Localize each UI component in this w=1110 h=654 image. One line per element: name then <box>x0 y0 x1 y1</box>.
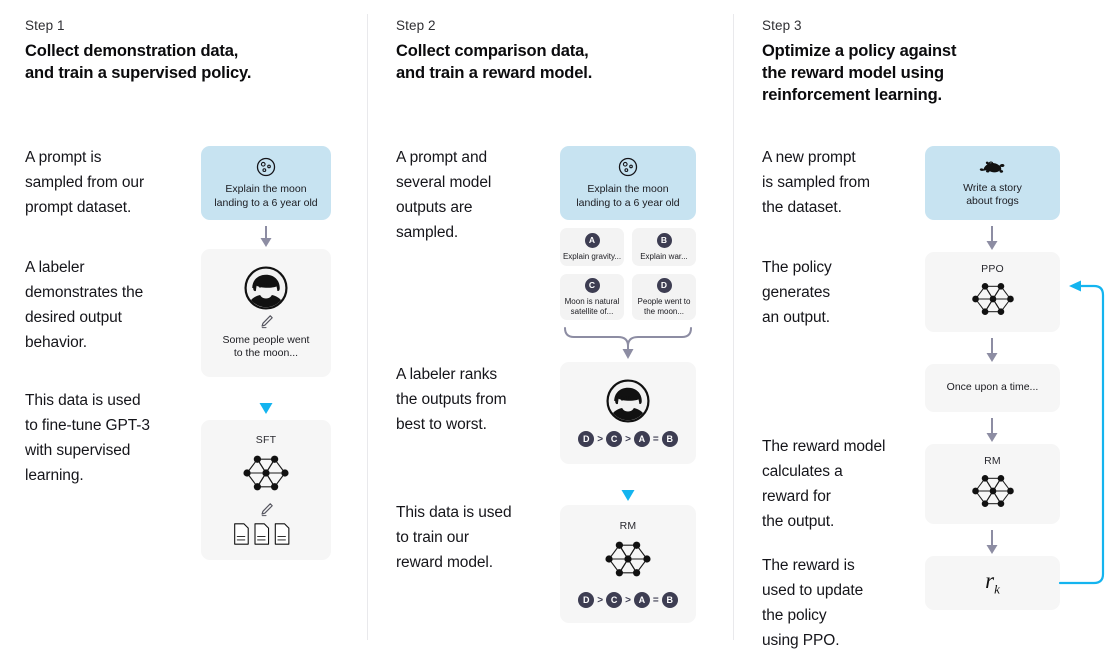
option-badge-d: D <box>656 277 672 293</box>
step-2-rank-box[interactable]: D > C > A = B <box>560 362 696 464</box>
rank-op-1: > <box>597 433 604 445</box>
step-1-note-1: A prompt is sampled from our prompt data… <box>25 149 145 216</box>
step-3-prompt-text: Write a story about frogs <box>963 181 1022 208</box>
neural-network-icon <box>964 468 1022 514</box>
rm-rank-badge-3: A <box>633 592 650 608</box>
option-text-a: Explain gravity... <box>562 251 622 261</box>
step-1-title: Collect demonstration data, and train a … <box>25 42 252 82</box>
step-3-reward-box[interactable]: rk <box>925 556 1060 610</box>
column-step-3: Step 3 Optimize a policy against the rew… <box>734 0 1110 654</box>
rank-badge-1: D <box>578 431 595 447</box>
option-badge-b: B <box>656 232 672 248</box>
step-1-note-3: This data is used to fine-tune GPT-3 wit… <box>25 392 150 484</box>
reward-symbol: rk <box>985 568 1000 598</box>
rm-rank-op-2: > <box>625 594 631 606</box>
step-2-rm-ranking-row: D > C > A = B <box>578 592 678 608</box>
step-2-option-d[interactable]: D People went to the moon... <box>632 274 696 320</box>
moon-icon <box>617 156 639 178</box>
step-3-label: Step 3 <box>762 18 802 33</box>
person-avatar-icon <box>244 265 288 310</box>
step-3-rm-box[interactable]: RM <box>925 444 1060 524</box>
step-1-sft-box[interactable]: SFT <box>201 420 331 560</box>
option-badge-c: C <box>584 277 600 293</box>
step-2-option-a[interactable]: A Explain gravity... <box>560 228 624 266</box>
step-3-output-box[interactable]: Once upon a time... <box>925 364 1060 412</box>
neural-network-icon <box>964 276 1022 322</box>
rank-op-3: = <box>652 433 659 445</box>
rank-badge-2: C <box>606 431 623 447</box>
step-1-demo-box[interactable]: Some people went to the moon... <box>201 249 331 377</box>
rm-rank-badge-2: C <box>606 592 623 608</box>
rm-rank-op-1: > <box>597 594 604 606</box>
step-3-prompt-box[interactable]: Write a story about frogs <box>925 146 1060 220</box>
reward-symbol-base: r <box>985 568 995 594</box>
step-2-note-2: A labeler ranks the outputs from best to… <box>396 366 507 433</box>
documents-icon <box>233 522 299 546</box>
rank-badge-3: A <box>633 431 650 447</box>
step-2-option-b[interactable]: B Explain war... <box>632 228 696 266</box>
reward-symbol-sub: k <box>994 581 1000 597</box>
moon-icon <box>255 156 277 178</box>
option-text-b: Explain war... <box>640 251 688 261</box>
step-2-rm-caption: RM <box>619 520 637 532</box>
step-2-note-1: A prompt and several model outputs are s… <box>396 149 492 241</box>
column-step-1: Step 1 Collect demonstration data, and t… <box>0 0 367 654</box>
frog-icon <box>979 158 1007 176</box>
rank-op-2: > <box>625 433 631 445</box>
step-3-output-text: Once upon a time... <box>946 381 1039 394</box>
step-3-note-1: A new prompt is sampled from the dataset… <box>762 149 870 216</box>
step-3-title: Optimize a policy against the reward mod… <box>762 42 957 104</box>
step-2-note-3: This data is used to train our reward mo… <box>396 504 512 571</box>
rm-rank-op-3: = <box>652 594 659 606</box>
rlhf-diagram: Step 1 Collect demonstration data, and t… <box>0 0 1110 654</box>
step-2-option-c[interactable]: C Moon is natural satellite of... <box>560 274 624 320</box>
rank-badge-4: B <box>661 431 678 447</box>
neural-network-icon <box>597 534 659 584</box>
step-2-prompt-text: Explain the moon landing to a 6 year old <box>576 183 680 209</box>
rm-rank-badge-4: B <box>661 592 678 608</box>
option-badge-a: A <box>584 232 600 248</box>
step-3-note-4: The reward is used to update the policy … <box>762 557 864 649</box>
column-step-2: Step 2 Collect comparison data, and trai… <box>368 0 733 654</box>
step-1-note-2: A labeler demonstrates the desired outpu… <box>25 259 144 351</box>
step-1-demo-text: Some people went to the moon... <box>222 333 310 360</box>
step-1-prompt-box[interactable]: Explain the moon landing to a 6 year old <box>201 146 331 220</box>
step-3-note-3: The reward model calculates a reward for… <box>762 438 886 530</box>
step-3-ppo-box[interactable]: PPO <box>925 252 1060 332</box>
pencil-icon <box>258 313 275 330</box>
step-1-prompt-text: Explain the moon landing to a 6 year old <box>214 183 318 209</box>
option-text-d: People went to the moon... <box>637 296 691 316</box>
step-2-label: Step 2 <box>396 18 436 33</box>
step-2-ranking-row: D > C > A = B <box>578 431 678 447</box>
step-2-prompt-box[interactable]: Explain the moon landing to a 6 year old <box>560 146 696 220</box>
person-avatar-icon <box>606 379 650 423</box>
step-1-sft-caption: SFT <box>255 434 277 446</box>
step-3-note-2: The policy generates an output. <box>762 259 832 326</box>
step-1-label: Step 1 <box>25 18 65 33</box>
step-2-title: Collect comparison data, and train a rew… <box>396 42 593 82</box>
step-3-ppo-caption: PPO <box>981 262 1004 275</box>
neural-network-icon <box>235 448 297 498</box>
option-text-c: Moon is natural satellite of... <box>564 296 620 316</box>
step-3-rm-caption: RM <box>984 454 1001 467</box>
pencil-icon <box>258 501 275 518</box>
step-2-rm-box[interactable]: RM D > C > A = B <box>560 505 696 623</box>
rm-rank-badge-1: D <box>578 592 595 608</box>
